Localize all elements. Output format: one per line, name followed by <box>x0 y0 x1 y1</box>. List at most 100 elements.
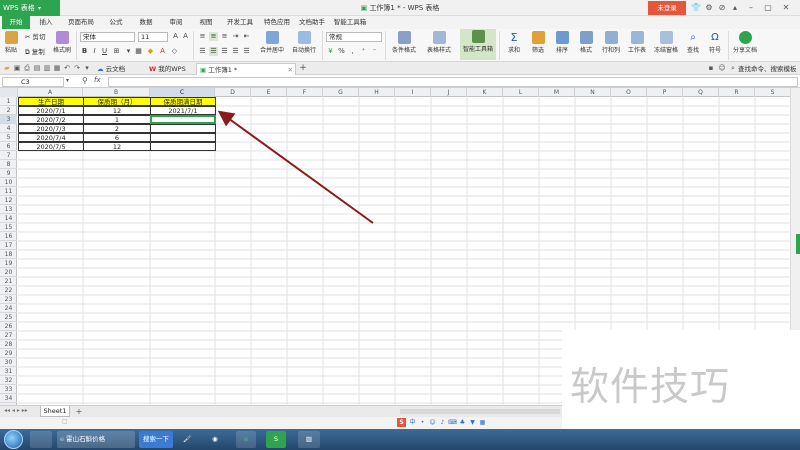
symbol-button[interactable]: Ω 符号 <box>704 30 726 54</box>
worksheet-button[interactable]: 工作表 <box>624 30 650 54</box>
sum-button[interactable]: Σ 求和 <box>502 30 526 54</box>
row-col-button[interactable]: 行和列 <box>598 30 624 54</box>
align-right-icon[interactable]: ☰ <box>220 47 229 56</box>
chinese-mode-icon[interactable]: 中 <box>408 418 417 427</box>
command-search[interactable]: 查找命令、搜索模板 <box>738 63 800 75</box>
undo-icon[interactable]: ↶ <box>62 63 72 73</box>
filter-button[interactable]: 筛选 <box>526 30 550 54</box>
shirt-icon[interactable]: ▼ <box>468 418 477 427</box>
font-color-icon[interactable]: A <box>158 47 167 56</box>
close-icon[interactable]: ✕ <box>780 2 792 14</box>
sheet-nav-icons[interactable]: ◂◂ ◂ ▸ ▸▸ <box>4 407 28 414</box>
name-box[interactable]: C3 <box>2 77 64 87</box>
tab-developer[interactable]: 开发工具 <box>224 16 256 29</box>
underline-icon[interactable]: U <box>100 47 109 56</box>
tab-smart-toolbox[interactable]: 智能工具箱 <box>330 16 370 29</box>
formula-input[interactable] <box>108 77 798 87</box>
font-name-select[interactable]: 宋体 <box>80 32 135 42</box>
tab-review[interactable]: 审阅 <box>164 16 188 29</box>
login-button[interactable]: 未登录 <box>648 1 686 15</box>
align-center-icon[interactable]: ☰ <box>209 47 218 56</box>
windows-icon[interactable] <box>30 431 52 448</box>
align-left-icon[interactable]: ☰ <box>198 47 207 56</box>
horizontal-scrollbar[interactable] <box>400 409 560 414</box>
taskbar-browser-window[interactable]: e 霍山石斛价格 <box>57 431 135 448</box>
fx-icon[interactable]: fx <box>94 76 101 84</box>
merge-center-button[interactable]: 合并居中 <box>255 30 289 54</box>
paste-button[interactable]: 粘贴 <box>0 30 22 54</box>
feedback-icon[interactable]: ⊘ <box>716 2 728 14</box>
print-icon[interactable]: ⎙ <box>22 63 32 73</box>
sort-button[interactable]: 排序 <box>550 30 574 54</box>
align-middle-icon[interactable]: ≡ <box>209 32 218 41</box>
smart-toolbox-button[interactable]: 智能工具箱 <box>460 29 496 60</box>
format-button[interactable]: 格式 <box>574 30 598 54</box>
mail-icon[interactable]: ▦ <box>52 63 62 73</box>
cut-button[interactable]: ✂ 剪切 <box>25 31 46 41</box>
format-painter-button[interactable]: 格式刷 <box>50 30 74 54</box>
align-top-icon[interactable]: ≡ <box>198 32 207 41</box>
punctuation-icon[interactable]: • <box>418 418 427 427</box>
tab-page-layout[interactable]: 页面布局 <box>64 16 98 29</box>
tab-insert[interactable]: 插入 <box>34 16 58 29</box>
distribute-icon[interactable]: ☰ <box>242 47 251 56</box>
start-button[interactable] <box>4 430 23 449</box>
increase-decimal-icon[interactable]: ⁺ <box>359 47 368 56</box>
add-sheet-icon[interactable]: + <box>74 406 84 417</box>
tab-home[interactable]: 开始 <box>2 16 30 29</box>
print-preview-icon[interactable]: ▤ <box>32 63 42 73</box>
mic-icon[interactable]: ♪ <box>438 418 447 427</box>
redo-icon[interactable]: ↷ <box>72 63 82 73</box>
grid-icon[interactable]: ▦ <box>478 418 487 427</box>
wps-spreadsheet-icon[interactable]: S <box>266 431 286 448</box>
tab-cloud-docs[interactable]: ☁ 云文档 <box>94 63 142 75</box>
export-icon[interactable]: ▥ <box>42 63 52 73</box>
share-document-button[interactable]: 分享文档 <box>731 30 759 54</box>
keyboard-icon[interactable]: ⌨ <box>448 418 457 427</box>
tab-formulas[interactable]: 公式 <box>104 16 128 29</box>
help-icon[interactable]: ▴ <box>729 2 741 14</box>
sheet-tab[interactable]: Sheet1 <box>40 406 70 417</box>
skin-icon[interactable]: 👕 <box>690 2 702 14</box>
image-viewer-icon[interactable]: ▨ <box>298 431 320 448</box>
lock-icon[interactable]: ▪ <box>706 63 716 73</box>
clear-format-icon[interactable]: ◇ <box>170 47 179 56</box>
macro-icon[interactable]: ▢ <box>62 418 68 425</box>
thousands-icon[interactable]: , <box>348 47 357 56</box>
conditional-format-button[interactable]: 条件格式 <box>388 30 420 54</box>
border-icon[interactable]: ⊞ <box>112 47 121 56</box>
bold-icon[interactable]: B <box>80 47 89 56</box>
chevron-down-icon[interactable]: ▾ <box>82 63 92 73</box>
fill-color-icon[interactable]: ◆ <box>146 47 155 56</box>
decrease-font-icon[interactable]: A <box>181 32 190 41</box>
tab-doc-assistant[interactable]: 文档助手 <box>296 16 328 29</box>
currency-icon[interactable]: ¥ <box>326 47 335 56</box>
find-button[interactable]: ⌕ 查找 <box>682 30 704 54</box>
wrap-text-button[interactable]: 自动换行 <box>289 30 319 54</box>
tab-view[interactable]: 视图 <box>194 16 218 29</box>
align-bottom-icon[interactable]: ≡ <box>220 32 229 41</box>
merge-cells-icon[interactable]: ▦ <box>134 47 143 56</box>
chevron-down-icon[interactable]: ▾ <box>124 47 133 56</box>
percent-icon[interactable]: % <box>337 47 346 56</box>
emoji-icon[interactable]: ☺ <box>428 418 437 427</box>
italic-icon[interactable]: I <box>90 47 99 56</box>
settings-icon[interactable]: ⚙ <box>703 2 715 14</box>
scroll-thumb[interactable] <box>796 234 800 254</box>
tab-my-wps[interactable]: W 我的WPS <box>146 63 194 75</box>
search-icon[interactable]: ⌕ <box>728 63 738 73</box>
user-icon[interactable]: ☺ <box>717 63 727 73</box>
zoom-magnifier-icon[interactable]: ⚲ <box>82 76 88 85</box>
decrease-decimal-icon[interactable]: ⁻ <box>370 47 379 56</box>
indent-icon[interactable]: ⇥ <box>231 32 240 41</box>
chrome-icon[interactable]: ◉ <box>205 431 225 448</box>
font-size-select[interactable]: 11 <box>138 32 168 42</box>
chevron-down-icon[interactable]: ▾ <box>66 77 69 84</box>
skin-icon[interactable]: ♣ <box>458 418 467 427</box>
tab-special[interactable]: 特色应用 <box>261 16 293 29</box>
save-icon[interactable]: ▣ <box>12 63 22 73</box>
restore-icon[interactable]: ▢ <box>762 2 774 14</box>
app-menu-button[interactable]: WPS 表格 ▾ <box>0 0 60 16</box>
justify-icon[interactable]: ☰ <box>231 47 240 56</box>
tab-workbook-1[interactable]: ▣ 工作簿1 * ✕ <box>196 63 296 75</box>
